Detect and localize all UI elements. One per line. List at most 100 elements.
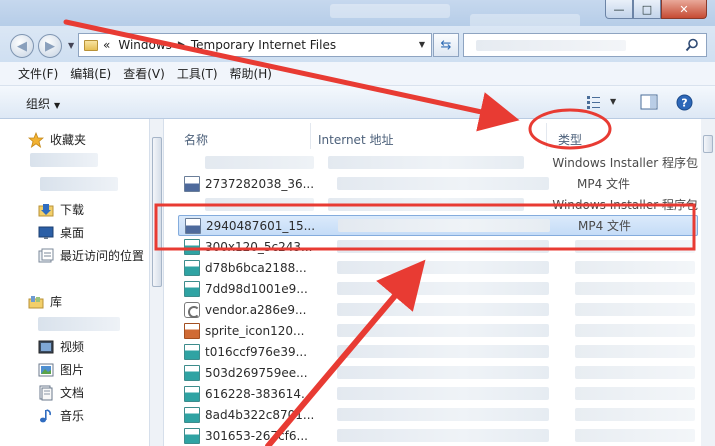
sidebar-item-music[interactable]: 音乐: [38, 407, 84, 424]
breadcrumb-separator[interactable]: ▶: [178, 40, 185, 50]
recent-pages-dropdown[interactable]: ▼: [68, 41, 74, 50]
sidebar-libraries-label: 库: [50, 295, 63, 309]
organize-button[interactable]: 组织 ▼: [26, 95, 60, 112]
table-row[interactable]: Windows Installer 程序包: [178, 194, 698, 215]
preview-pane-icon[interactable]: [640, 94, 658, 110]
chevron-down-icon: ▼: [54, 101, 61, 110]
sidebar-item-desktop[interactable]: 桌面: [38, 224, 84, 241]
table-row[interactable]: 7dd98d1001e9...: [178, 278, 698, 299]
blurred-type-cell: [575, 408, 695, 421]
mp4-file-icon: [185, 217, 201, 234]
gif-file-icon: [184, 406, 200, 423]
menu-view[interactable]: 查看(V): [123, 65, 165, 82]
file-name: [205, 198, 315, 211]
sidebar-item-videos[interactable]: 视频: [38, 338, 84, 355]
minimize-button[interactable]: —: [605, 0, 633, 19]
blurred-url-cell: [337, 366, 549, 379]
search-icon[interactable]: [685, 38, 699, 52]
table-row[interactable]: 2737282038_36... MP4 文件: [178, 173, 698, 194]
music-icon: [40, 408, 51, 422]
sidebar-documents-label: 文档: [60, 386, 85, 400]
sidebar-item-favorites[interactable]: 收藏夹: [28, 131, 86, 148]
gif-file-icon: [184, 385, 200, 402]
table-row[interactable]: 503d269759ee...: [178, 362, 698, 383]
view-options-icon[interactable]: [586, 94, 602, 110]
help-icon[interactable]: ?: [676, 94, 693, 111]
table-row[interactable]: 300x120_5c243...: [178, 236, 698, 257]
sidebar-item-libraries[interactable]: 库: [28, 293, 62, 310]
desktop-icon: [38, 226, 54, 239]
file-list-scrollbar[interactable]: [701, 119, 715, 446]
sidebar-item-recent-places[interactable]: 最近访问的位置: [38, 247, 144, 264]
video-icon: [38, 340, 54, 353]
table-row[interactable]: 8ad4b322c8701...: [178, 404, 698, 425]
blurred-type-cell: [575, 345, 695, 358]
blurred-url-cell: [337, 240, 549, 253]
column-header-url[interactable]: Internet 地址: [318, 131, 393, 148]
view-dropdown-icon[interactable]: ▼: [610, 97, 616, 106]
blurred-url-cell: [337, 303, 549, 316]
mp4-file-icon: [184, 175, 200, 192]
sidebar-music-label: 音乐: [60, 409, 85, 423]
blurred-type-cell: [575, 324, 695, 337]
folder-icon: [84, 39, 98, 51]
file-list: 名称 Internet 地址 类型 Windows Installer 程序包 2…: [164, 119, 715, 446]
blurred-url-cell: [337, 408, 549, 421]
pictures-icon: [38, 363, 54, 376]
file-name: vendor.a286e9...: [205, 302, 307, 317]
address-bar[interactable]: « Windows ▶ Temporary Internet Files ▼: [78, 33, 432, 57]
back-arrow-icon: ◀: [17, 38, 27, 54]
table-row[interactable]: 301653-267cf6...: [178, 425, 698, 446]
column-header-name[interactable]: 名称: [184, 131, 208, 148]
back-button[interactable]: ◀: [10, 34, 34, 58]
navigation-pane-scrollbar[interactable]: [150, 119, 164, 446]
scrollbar-thumb[interactable]: [152, 137, 162, 287]
blurred-url-cell: [337, 345, 549, 358]
blurred-search-placeholder: [476, 40, 626, 51]
star-icon: [28, 131, 44, 148]
sidebar-item-downloads[interactable]: 下载: [38, 201, 84, 218]
maximize-button[interactable]: □: [633, 0, 661, 19]
breadcrumb-windows[interactable]: Windows: [118, 38, 172, 52]
menu-help[interactable]: 帮助(H): [230, 65, 272, 82]
file-name: 616228-383614...: [205, 386, 313, 401]
blurred-url-cell: [337, 324, 549, 337]
sidebar-downloads-label: 下载: [60, 203, 85, 217]
table-row[interactable]: 616228-383614...: [178, 383, 698, 404]
address-dropdown-icon[interactable]: ▼: [419, 40, 425, 49]
gif-file-icon: [184, 427, 200, 444]
refresh-button[interactable]: ⇆: [433, 33, 459, 57]
blurred-url-cell: [337, 282, 549, 295]
table-row[interactable]: Windows Installer 程序包: [178, 152, 698, 173]
table-row[interactable]: 2940487601_15... MP4 文件: [178, 215, 698, 236]
blurred-favorite-2: [40, 177, 118, 191]
gif-file-icon: [184, 259, 200, 276]
sidebar-item-documents[interactable]: 文档: [38, 384, 84, 401]
table-row[interactable]: vendor.a286e9...: [178, 299, 698, 320]
blurred-url-cell: [328, 198, 525, 211]
column-divider[interactable]: [310, 123, 311, 149]
scrollbar-thumb[interactable]: [703, 135, 713, 153]
documents-icon: [39, 385, 53, 400]
file-name: 8ad4b322c8701...: [205, 407, 315, 422]
menu-tools[interactable]: 工具(T): [177, 65, 218, 82]
column-divider[interactable]: [546, 123, 547, 149]
menu-file[interactable]: 文件(F): [18, 65, 58, 82]
forward-button[interactable]: ▶: [38, 34, 62, 58]
file-name: [205, 156, 315, 169]
breadcrumb-temporary-internet-files[interactable]: Temporary Internet Files: [191, 38, 336, 52]
blurred-url-cell: [337, 177, 549, 190]
search-input[interactable]: [463, 33, 707, 57]
blurred-type-cell: [575, 387, 695, 400]
close-button[interactable]: ✕: [661, 0, 707, 19]
file-type: Windows Installer 程序包: [552, 198, 698, 212]
table-row[interactable]: sprite_icon120...: [178, 320, 698, 341]
table-row[interactable]: d78b6bca2188...: [178, 257, 698, 278]
menu-edit[interactable]: 编辑(E): [70, 65, 111, 82]
sidebar-item-pictures[interactable]: 图片: [38, 361, 84, 378]
breadcrumb-overflow[interactable]: «: [103, 38, 110, 52]
table-row[interactable]: t016ccf976e39...: [178, 341, 698, 362]
svg-text:?: ?: [681, 97, 687, 110]
column-header-type[interactable]: 类型: [558, 131, 582, 148]
file-name: sprite_icon120...: [205, 323, 305, 338]
